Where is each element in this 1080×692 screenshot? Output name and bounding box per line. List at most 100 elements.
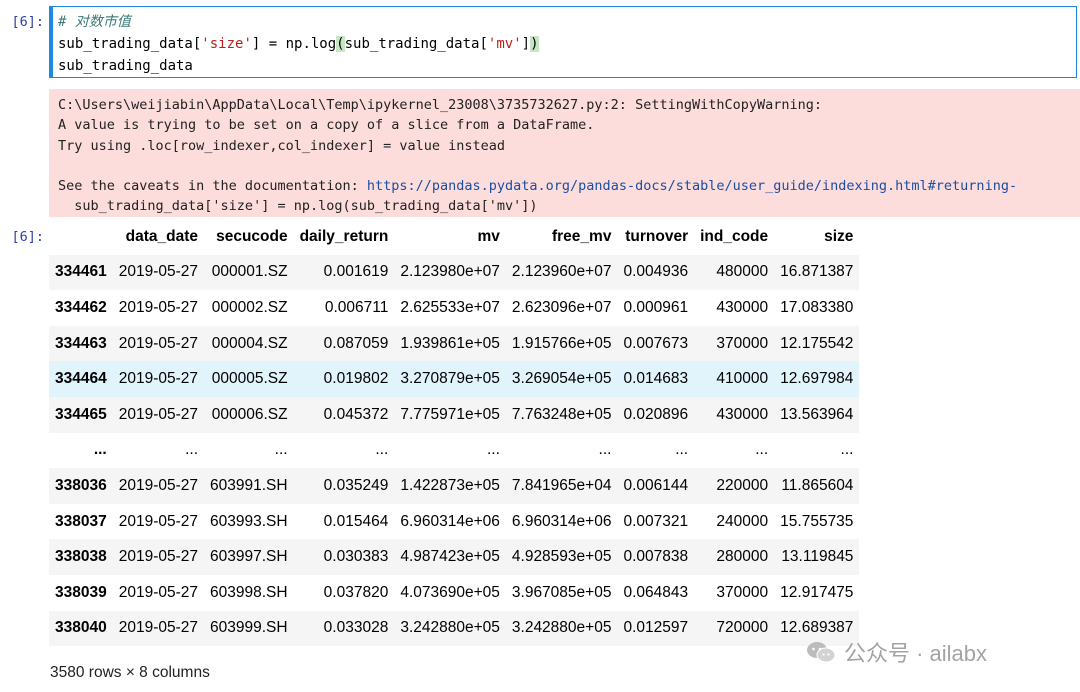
table-cell: 4.987423e+05 xyxy=(400,548,500,566)
table-row: 338038 2019-05-27 603997.SH 0.030383 4.98742… xyxy=(49,539,860,575)
watermark: 公众号 · ailabx xyxy=(806,636,987,668)
warning-line-6: sub_trading_data['size'] = np.log(sub_tr… xyxy=(58,198,538,215)
code-editor[interactable]: # 对数市值 sub_trading_data['size'] = np.log… xyxy=(58,11,539,77)
table-cell: 6.960314e+06 xyxy=(400,512,500,530)
table-cell: 2019-05-27 xyxy=(118,583,199,601)
row-index: 334464 xyxy=(55,370,107,388)
index-header xyxy=(49,219,113,255)
table-cell: 2019-05-27 xyxy=(118,334,199,352)
table-cell: 0.033028 xyxy=(323,619,389,637)
table-cell: 6.960314e+06 xyxy=(511,512,612,530)
table-row: 338036 2019-05-27 603991.SH 0.035249 1.42287… xyxy=(49,468,860,504)
table-cell: 1.915766e+05 xyxy=(511,334,612,352)
table-cell: 2019-05-27 xyxy=(118,405,199,423)
table-cell: 15.755735 xyxy=(780,512,854,530)
table-cell: 280000 xyxy=(716,548,769,566)
table-cell: 1.939861e+05 xyxy=(400,334,500,352)
table-cell: 2019-05-27 xyxy=(118,298,199,316)
table-cell: ... xyxy=(486,441,500,459)
table-cell: ... xyxy=(675,441,689,459)
wechat-icon xyxy=(807,642,836,663)
table-cell: 410000 xyxy=(716,370,769,388)
table-cell: 7.763248e+05 xyxy=(511,405,612,423)
code-line-2: sub_trading_data['size'] = np.log(sub_tr… xyxy=(58,36,539,52)
table-cell: 0.015464 xyxy=(323,512,389,530)
table-cell: ... xyxy=(375,441,389,459)
table-cell: 0.007673 xyxy=(623,334,689,352)
table-cell: 720000 xyxy=(716,619,769,637)
column-header: size xyxy=(824,227,854,245)
table-cell: 1.422873e+05 xyxy=(400,476,500,494)
column-header: free_mv xyxy=(551,227,612,245)
table-cell: 240000 xyxy=(716,512,769,530)
column-header: daily_return xyxy=(299,227,389,245)
warning-line-5: See the caveats in the documentation: ht… xyxy=(58,178,1018,195)
table-cell: 3.270879e+05 xyxy=(400,370,500,388)
table-cell: 0.045372 xyxy=(323,405,389,423)
row-index: 338038 xyxy=(55,548,107,566)
warning-output: C:\Users\weijiabin\AppData\Local\Temp\ip… xyxy=(49,89,1080,217)
table-cell: 2.123960e+07 xyxy=(511,263,612,281)
table-cell: 3.967085e+05 xyxy=(511,583,612,601)
table-cell: 0.001619 xyxy=(323,263,389,281)
table-cell: 12.917475 xyxy=(780,583,854,601)
table-cell: 2019-05-27 xyxy=(118,370,199,388)
table-cell: 4.073690e+05 xyxy=(400,583,500,601)
table-cell: 2019-05-27 xyxy=(118,619,199,637)
dataframe-shape-summary: 3580 rows × 8 columns xyxy=(50,664,210,681)
table-cell: ... xyxy=(598,441,612,459)
row-index: 334461 xyxy=(55,263,107,281)
table-cell: 603993.SH xyxy=(210,512,288,530)
table-cell: 3.242880e+05 xyxy=(511,619,612,637)
warning-line-2: A value is trying to be set on a copy of… xyxy=(58,117,595,134)
table-cell: 0.019802 xyxy=(323,370,389,388)
output-prompt: [6]: xyxy=(11,229,44,245)
table-cell: 430000 xyxy=(716,405,769,423)
table-cell: ... xyxy=(755,441,769,459)
table-cell: 0.012597 xyxy=(623,619,689,637)
table-cell: 000005.SZ xyxy=(211,370,288,388)
table-row: 334465 2019-05-27 000006.SZ 0.045372 7.77597… xyxy=(49,396,860,433)
table-cell: 2019-05-27 xyxy=(118,263,199,281)
table-cell: 7.775971e+05 xyxy=(400,405,500,423)
table-cell: 12.175542 xyxy=(780,334,854,352)
table-cell: ... xyxy=(840,441,854,459)
code-cell-input[interactable]: # 对数市值 sub_trading_data['size'] = np.log… xyxy=(49,6,1077,78)
table-cell: 0.020896 xyxy=(623,405,689,423)
row-index: 334463 xyxy=(55,334,107,352)
row-index: 338039 xyxy=(55,583,107,601)
row-index: ... xyxy=(93,441,107,459)
table-cell: 2019-05-27 xyxy=(118,512,199,530)
table-row: 338037 2019-05-27 603993.SH 0.015464 6.96031… xyxy=(49,504,859,540)
input-prompt: [6]: xyxy=(11,14,44,30)
table-cell: ... xyxy=(185,441,199,459)
table-cell: 603991.SH xyxy=(210,476,288,494)
column-header: ind_code xyxy=(700,227,769,245)
dataframe-table: data_date secucode daily_return mv free_mv tu… xyxy=(49,219,860,647)
table-cell: 0.006711 xyxy=(324,298,389,316)
table-cell: 4.928593e+05 xyxy=(511,548,612,566)
active-cell-indicator xyxy=(50,7,53,77)
table-cell: 2.625533e+07 xyxy=(400,298,500,316)
table-cell: 0.007838 xyxy=(623,548,689,566)
table-cell: 11.865604 xyxy=(781,476,854,494)
table-cell: 000001.SZ xyxy=(211,263,288,281)
table-cell: 000006.SZ xyxy=(211,405,288,423)
table-cell: 430000 xyxy=(716,298,769,316)
table-cell: 370000 xyxy=(716,583,769,601)
table-cell: 0.000961 xyxy=(623,298,689,316)
docs-link[interactable]: https://pandas.pydata.org/pandas-docs/st… xyxy=(367,178,1017,194)
table-cell: 0.064843 xyxy=(623,583,689,601)
table-cell: 7.841965e+04 xyxy=(511,476,612,494)
column-header: mv xyxy=(477,227,500,245)
column-header: secucode xyxy=(216,227,288,245)
code-line-3: sub_trading_data xyxy=(58,58,193,74)
table-row: ........................... xyxy=(49,433,859,469)
table-cell: 000002.SZ xyxy=(211,298,288,316)
row-index: 338040 xyxy=(55,619,107,637)
row-index: 334465 xyxy=(55,405,107,423)
table-cell: 603999.SH xyxy=(210,619,288,637)
table-cell: 16.871387 xyxy=(780,263,854,281)
table-cell: 0.030383 xyxy=(323,548,389,566)
table-cell: 2019-05-27 xyxy=(118,476,199,494)
